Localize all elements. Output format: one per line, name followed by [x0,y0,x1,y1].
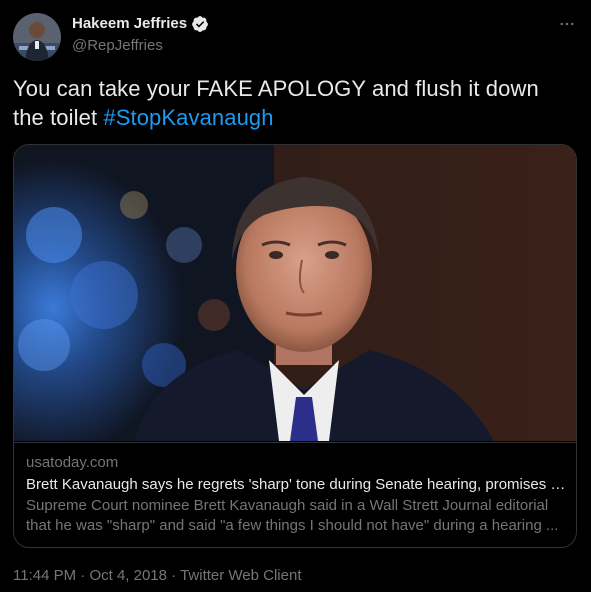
author-handle[interactable]: @RepJeffries [72,36,209,56]
separator: · [167,567,181,584]
hashtag-link[interactable]: #StopKavanaugh [103,105,273,130]
tweet: Hakeem Jeffries @RepJeffries You can tak… [0,0,591,592]
tweet-text: You can take your FAKE APOLOGY and flush… [13,74,573,132]
tweet-source: Twitter Web Client [180,567,302,584]
link-card-title: Brett Kavanaugh says he regrets 'sharp' … [26,476,566,493]
author-block: Hakeem Jeffries @RepJeffries [72,14,209,56]
tweet-time[interactable]: 11:44 PM [13,567,76,584]
tweet-body: You can take your FAKE APOLOGY and flush… [13,76,539,130]
author-name[interactable]: Hakeem Jeffries [72,14,187,34]
more-options-icon[interactable] [557,14,577,34]
tweet-date[interactable]: Oct 4, 2018 [89,567,167,584]
verified-badge-icon [191,15,209,33]
link-card-domain: usatoday.com [26,454,119,471]
author-name-row: Hakeem Jeffries [72,14,209,34]
separator: · [76,567,90,584]
link-card-description: Supreme Court nominee Brett Kavanaugh sa… [26,497,559,534]
link-card[interactable]: usatoday.com Brett Kavanaugh says he reg… [13,144,577,548]
avatar-image [13,13,61,61]
link-card-image [14,145,576,441]
link-card-meta: usatoday.com Brett Kavanaugh says he reg… [14,442,576,536]
tweet-timestamp: 11:44 PM · Oct 4, 2018 · Twitter Web Cli… [13,566,302,586]
author-avatar[interactable] [13,13,61,61]
